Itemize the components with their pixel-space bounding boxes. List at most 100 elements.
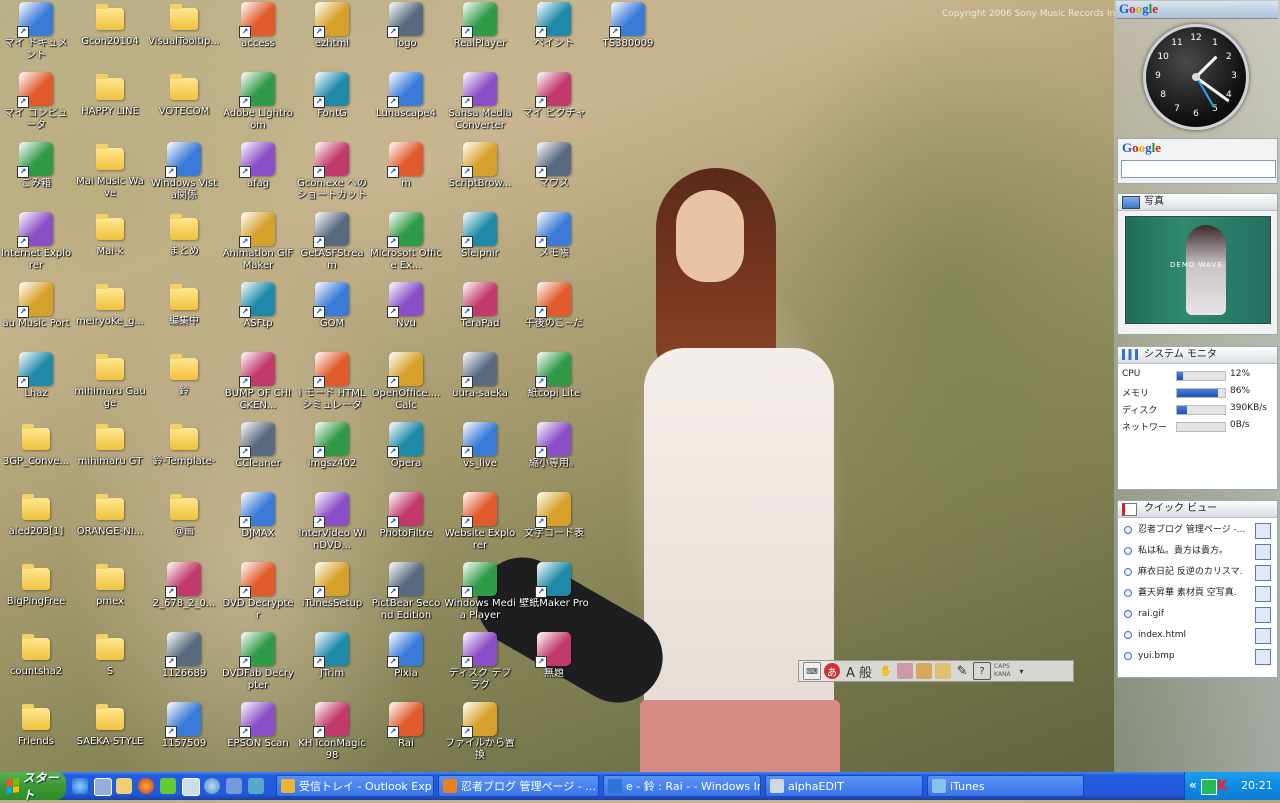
- kaspersky-icon[interactable]: K: [1217, 778, 1228, 794]
- hand-icon[interactable]: ✋: [878, 663, 894, 679]
- desktop-icon[interactable]: ↗ afag: [223, 140, 293, 208]
- desktop-icon[interactable]: ↗ KH IconMagic98: [297, 700, 367, 768]
- desktop-icon[interactable]: ↗ 無題: [519, 630, 589, 698]
- desktop-icon[interactable]: ↗ メモ帳: [519, 210, 589, 278]
- desktop-icon[interactable]: ↗ Animation GIF Maker: [223, 210, 293, 278]
- desktop-icon[interactable]: ↗ Pixia: [371, 630, 441, 698]
- desktop-icon[interactable]: HAPPY LINE: [75, 70, 145, 138]
- desktop-icon[interactable]: ↗ Sleipnir: [445, 210, 515, 278]
- desktop-icon[interactable]: ↗ logo: [371, 0, 441, 68]
- quicklaunch-itunes-icon[interactable]: [204, 778, 220, 794]
- desktop-icon[interactable]: VisualTooltip...: [148, 0, 220, 68]
- desktop-icon[interactable]: ↗ 文字コード表: [519, 490, 589, 558]
- quickview-item[interactable]: 忍者ブログ 管理ページ -...: [1118, 520, 1277, 541]
- desktop-icon[interactable]: VOTECOM: [149, 70, 219, 138]
- desktop-icon[interactable]: ↗ OpenOffice.... Calc: [371, 350, 441, 418]
- desktop-icon[interactable]: ↗ Opera: [371, 420, 441, 488]
- desktop-icon[interactable]: ↗ Internet Explorer: [1, 210, 71, 278]
- desktop-icon[interactable]: ↗ BUMP OF CHICKEN...: [223, 350, 293, 418]
- ime-icon[interactable]: あ: [824, 663, 840, 679]
- desktop-icon[interactable]: ↗ DJMAX: [223, 490, 293, 558]
- desktop-icon[interactable]: meiryoKe_g...: [75, 280, 145, 348]
- desktop-icon[interactable]: ↗ Gcon.exe へのショートカット: [297, 140, 367, 208]
- desktop-icon[interactable]: ↗ DVDFab Decrypter: [222, 630, 294, 698]
- desktop-icon[interactable]: SAEKA-STYLE: [75, 700, 145, 768]
- desktop-icon[interactable]: ↗ 壁紙Maker Pro: [519, 560, 589, 628]
- desktop-icon[interactable]: ↗ JTrim: [297, 630, 367, 698]
- quickview-item[interactable]: 蒼天昇華 素材頁 空写真.: [1118, 583, 1277, 604]
- desktop-icon[interactable]: ↗ マイ ドキュメント: [1, 0, 71, 68]
- photos-gadget[interactable]: 写真 DEMO WAVE: [1117, 193, 1278, 335]
- desktop-icon[interactable]: ↗ ペイント: [519, 0, 589, 68]
- network-icon[interactable]: [1201, 779, 1217, 795]
- keyboard-icon[interactable]: ⌨: [803, 662, 821, 680]
- quickview-item[interactable]: yui.bmp: [1118, 646, 1277, 667]
- desktop-icon[interactable]: ↗ Windows Vista関係: [149, 140, 219, 208]
- desktop-icon[interactable]: ↗ FontG: [297, 70, 367, 138]
- desktop-icon[interactable]: Mai-k: [75, 210, 145, 278]
- desktop-icon[interactable]: Mai Music Wave: [75, 140, 145, 208]
- tool-icon[interactable]: [916, 663, 933, 679]
- desktop-icon[interactable]: ↗ 紙copi Lite: [519, 350, 589, 418]
- desktop-icon[interactable]: ↗ uura-saeka: [445, 350, 515, 418]
- pen-icon[interactable]: ✎: [954, 663, 970, 679]
- desktop-icon[interactable]: ↗ i モード HTML シミュレータ: [297, 350, 367, 418]
- desktop-icon[interactable]: countsha2: [1, 630, 71, 698]
- dictionary-icon[interactable]: [897, 663, 914, 679]
- desktop-icon[interactable]: ↗ 1126689: [149, 630, 219, 698]
- quicklaunch-media-icon[interactable]: [248, 778, 264, 794]
- desktop-icon[interactable]: 3GP_Conve...: [1, 420, 71, 488]
- photos-slideshow-image[interactable]: DEMO WAVE: [1125, 216, 1271, 324]
- taskbar-window-button[interactable]: alphaEDIT: [765, 775, 923, 797]
- quicklaunch-firefox-icon[interactable]: [138, 778, 154, 794]
- sidebar-google-bar[interactable]: Google: [1116, 1, 1278, 19]
- desktop-icon[interactable]: ↗ EPSON Scan: [223, 700, 293, 768]
- taskbar-window-button[interactable]: 受信トレイ - Outlook Exp...: [276, 775, 434, 797]
- start-button[interactable]: スタート: [0, 771, 66, 802]
- desktop-icon[interactable]: ORANGE-NI...: [75, 490, 145, 558]
- desktop-icon[interactable]: ↗ Lhaz: [1, 350, 71, 418]
- desktop-icon[interactable]: Gcon20104: [75, 0, 145, 68]
- help-icon[interactable]: ?: [973, 662, 992, 680]
- desktop-icon[interactable]: ↗ Rai: [371, 700, 441, 768]
- desktop-icon[interactable]: ↗ ScriptBrow...: [445, 140, 515, 208]
- desktop-icon[interactable]: ↗ マイ ピクチャ: [519, 70, 589, 138]
- quicklaunch-outlook-icon[interactable]: [116, 778, 132, 794]
- desktop-icon[interactable]: ↗ PictBear Second Edition: [371, 560, 441, 628]
- desktop-icon[interactable]: ↗ 縮小専用。: [519, 420, 589, 488]
- desktop-icon[interactable]: aled203[1]: [1, 490, 71, 558]
- desktop-icon[interactable]: ↗ Nvu: [371, 280, 441, 348]
- desktop-icon[interactable]: ↗ au Music Port: [1, 280, 71, 348]
- quicklaunch-ie-icon[interactable]: [72, 778, 88, 794]
- desktop-icon[interactable]: ↗ Lunascape4: [371, 70, 441, 138]
- desktop-icon[interactable]: ↗ PhotoFiltre: [371, 490, 441, 558]
- google-search-input[interactable]: [1121, 160, 1276, 178]
- desktop-icon[interactable]: ↗ ezhtml: [297, 0, 367, 68]
- desktop-icon[interactable]: ↗ 2_678_2_0...: [149, 560, 219, 628]
- desktop-icon[interactable]: 編集中: [149, 280, 219, 348]
- desktop-icon[interactable]: ↗ TS380009: [593, 0, 663, 68]
- taskbar-window-button[interactable]: e - 鈴 : Rai - - Windows In...: [603, 775, 761, 797]
- desktop-icon[interactable]: ↗ ディスク デフラグ: [445, 630, 515, 698]
- desktop-icon[interactable]: BigPingFree: [1, 560, 71, 628]
- desktop-icon[interactable]: ↗ Windows Media Player: [444, 560, 516, 628]
- desktop-icon[interactable]: ↗ Sansa Media Converter: [445, 70, 515, 138]
- desktop-icon[interactable]: pmex: [75, 560, 145, 628]
- desktop-icon[interactable]: 鈴: [149, 350, 219, 418]
- notebook-icon[interactable]: [935, 663, 952, 679]
- quicklaunch-window-icon[interactable]: [182, 778, 200, 796]
- taskbar-window-button[interactable]: iTunes: [927, 775, 1084, 797]
- quickview-item[interactable]: rai.gif: [1118, 604, 1277, 625]
- desktop-icon[interactable]: ↗ マイ コンピュータ: [1, 70, 71, 138]
- langbar-options-icon[interactable]: ▾: [1014, 663, 1030, 679]
- desktop-icon[interactable]: ↗ iTunesSetup: [297, 560, 367, 628]
- quickview-item[interactable]: 麻衣日記 反逆のカリスマ.: [1118, 562, 1277, 583]
- desktop-icon[interactable]: mihimaru Gauge: [74, 350, 146, 418]
- desktop-icon[interactable]: ↗ Microsoft Office Ex...: [370, 210, 442, 278]
- quickview-item[interactable]: 私は私。貴方は貴方。: [1118, 541, 1277, 562]
- desktop-icon[interactable]: ↗ RealPlayer: [445, 0, 515, 68]
- desktop-icon[interactable]: ↗ DVD Decrypter: [222, 560, 294, 628]
- desktop-icon[interactable]: ↗ 午後のこ~だ: [519, 280, 589, 348]
- quicklaunch-gadget-icon[interactable]: [160, 778, 176, 794]
- desktop-icon[interactable]: ↗ vs_live: [445, 420, 515, 488]
